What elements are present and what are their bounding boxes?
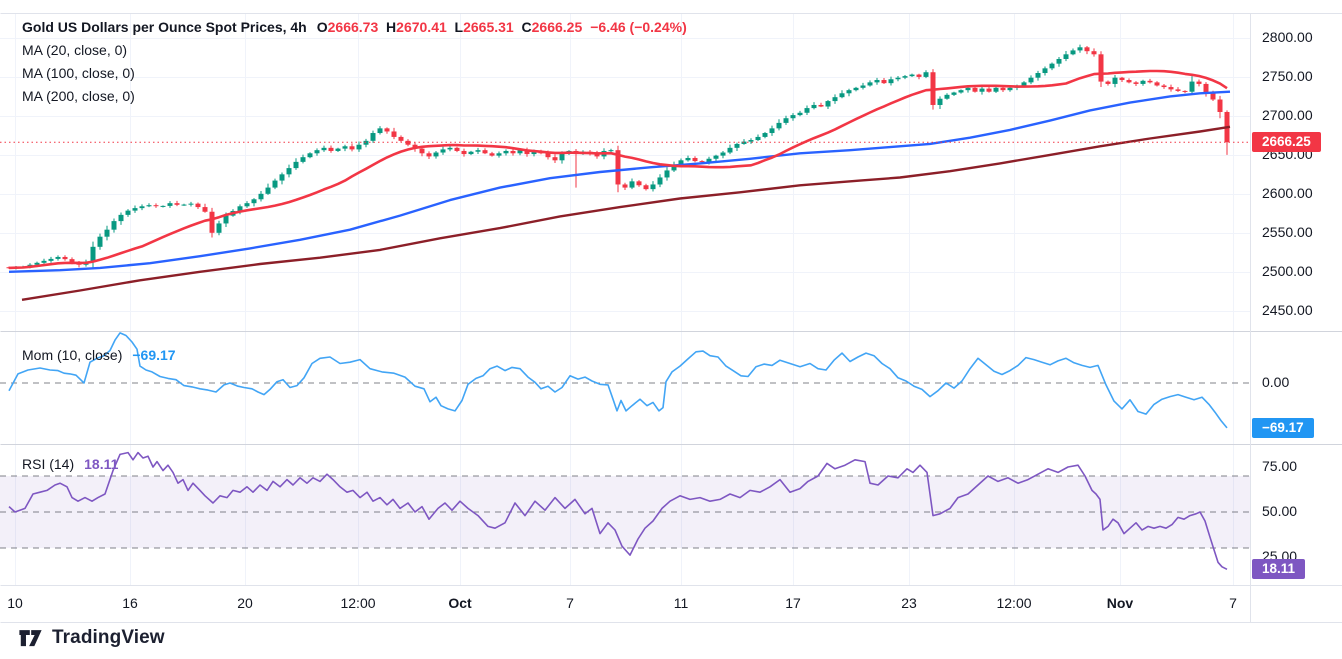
tradingview-logo-icon	[18, 628, 43, 649]
chart-plot-area[interactable]	[0, 0, 1342, 659]
change-value: −6.46 (−0.24%)	[590, 19, 687, 35]
time-axis-label: 23	[901, 595, 917, 611]
price-axis-label: 2600.00	[1262, 185, 1313, 201]
ma200-legend[interactable]: MA (200, close, 0)	[22, 86, 135, 106]
rsi-value-badge: 18.11	[1252, 559, 1305, 579]
price-axis-label: 2800.00	[1262, 29, 1313, 45]
price-axis-label: 2750.00	[1262, 68, 1313, 84]
rsi-axis-label: 50.00	[1262, 503, 1297, 519]
candles	[7, 45, 1230, 270]
price-axis-label: 2450.00	[1262, 302, 1313, 318]
ma100-legend[interactable]: MA (100, close, 0)	[22, 63, 135, 83]
ma200-line	[22, 127, 1230, 300]
rsi-legend[interactable]: RSI (14) 18.11	[22, 456, 118, 472]
time-axis-label: 17	[785, 595, 801, 611]
momentum-line	[9, 333, 1227, 428]
ohlc-values: O2666.73 H2670.41 L2665.31 C2666.25	[317, 19, 582, 35]
tradingview-logo[interactable]: TradingView	[18, 627, 165, 649]
time-axis-label: Nov	[1107, 595, 1133, 611]
symbol-title: Gold US Dollars per Ounce Spot Prices, 4…	[22, 19, 307, 35]
price-axis-label: 2500.00	[1262, 263, 1313, 279]
time-axis-label: 7	[1229, 595, 1237, 611]
main-legend-row[interactable]: Gold US Dollars per Ounce Spot Prices, 4…	[22, 17, 687, 37]
time-axis-label: 7	[566, 595, 574, 611]
last-price-badge: 2666.25	[1252, 132, 1321, 152]
time-axis-label: 20	[237, 595, 253, 611]
price-axis-label: 2700.00	[1262, 107, 1313, 123]
price-axis-label: 2550.00	[1262, 224, 1313, 240]
mom-legend[interactable]: Mom (10, close) −69.17	[22, 347, 176, 363]
time-axis-label: 12:00	[996, 595, 1031, 611]
mom-value-badge: −69.17	[1252, 418, 1314, 438]
rsi-axis-label: 75.00	[1262, 458, 1297, 474]
ma20-legend[interactable]: MA (20, close, 0)	[22, 40, 127, 60]
time-axis-label: 12:00	[340, 595, 375, 611]
mom-value: −69.17	[132, 347, 175, 363]
rsi-value: 18.11	[84, 456, 118, 472]
time-axis-label: 11	[674, 595, 689, 611]
brand-text: TradingView	[52, 627, 165, 649]
time-axis-label: 16	[122, 595, 138, 611]
time-axis-label: Oct	[448, 595, 471, 611]
mom-label: Mom (10, close)	[22, 347, 122, 363]
time-axis-label: 10	[7, 595, 23, 611]
mom-axis-label: 0.00	[1262, 374, 1289, 390]
tradingview-chart: Gold US Dollars per Ounce Spot Prices, 4…	[0, 0, 1342, 659]
rsi-label: RSI (14)	[22, 456, 74, 472]
